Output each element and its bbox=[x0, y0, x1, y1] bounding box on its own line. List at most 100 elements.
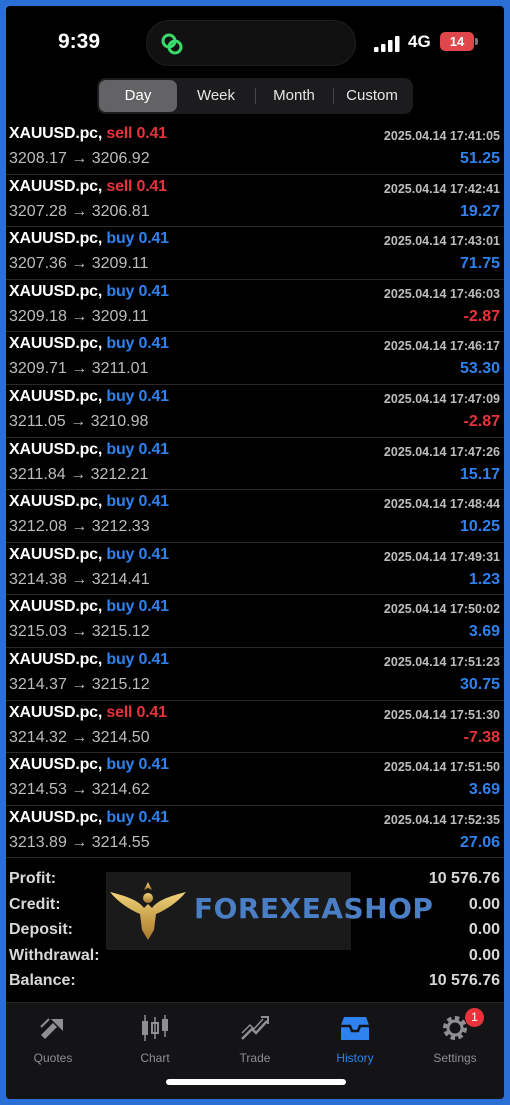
deal-row[interactable]: XAUUSD.pc, buy 0.41 3213.89 → 3214.55 2025… bbox=[6, 806, 504, 859]
arrow-icon: → bbox=[70, 412, 87, 430]
arrow-icon: → bbox=[71, 518, 88, 536]
deal-row[interactable]: XAUUSD.pc, buy 0.41 3215.03 → 3215.12 2025… bbox=[6, 595, 504, 648]
deal-side: sell 0.41 bbox=[106, 703, 168, 721]
tab-label: History bbox=[336, 1051, 374, 1065]
open-price: 3209.71 bbox=[9, 360, 67, 378]
period-custom[interactable]: Custom bbox=[333, 80, 411, 112]
arrow-icon: → bbox=[71, 202, 88, 220]
summary-value: 0.00 bbox=[468, 895, 500, 913]
tab-chart[interactable]: Chart bbox=[120, 1013, 190, 1065]
deal-symbol: XAUUSD.pc, buy 0.41 bbox=[9, 809, 169, 827]
deal-row[interactable]: XAUUSD.pc, buy 0.41 3207.36 → 3209.11 2025… bbox=[6, 227, 504, 280]
summary-label: Profit: bbox=[9, 870, 57, 887]
deal-symbol: XAUUSD.pc, buy 0.41 bbox=[9, 335, 169, 353]
side-volume: 0.41 bbox=[138, 230, 170, 248]
tab-quotes[interactable]: Quotes bbox=[18, 1013, 88, 1065]
arrow-icon: → bbox=[71, 307, 88, 325]
symbol-name: XAUUSD.pc, bbox=[9, 125, 103, 142]
side-volume: 0.41 bbox=[138, 493, 170, 511]
tab-history[interactable]: History bbox=[320, 1013, 390, 1065]
close-price: 3214.55 bbox=[91, 833, 150, 851]
chart-icon bbox=[142, 1015, 168, 1041]
tab-settings[interactable]: 1 Settings bbox=[420, 1008, 490, 1065]
deal-side: buy 0.41 bbox=[106, 282, 169, 300]
deal-symbol: XAUUSD.pc, buy 0.41 bbox=[9, 441, 169, 459]
symbol-name: XAUUSD.pc, bbox=[9, 650, 103, 668]
arrow-icon: → bbox=[71, 833, 88, 851]
symbol-name: XAUUSD.pc, bbox=[9, 177, 103, 195]
side-type: buy bbox=[106, 808, 135, 826]
deal-row[interactable]: XAUUSD.pc, buy 0.41 3211.84 → 3212.21 2025… bbox=[6, 438, 504, 491]
arrow-icon: → bbox=[71, 255, 88, 273]
symbol-name: XAUUSD.pc, bbox=[9, 808, 103, 826]
deal-time: 2025.04.14 17:42:41 bbox=[383, 181, 500, 196]
period-month[interactable]: Month bbox=[255, 80, 333, 112]
open-price: 3212.08 bbox=[9, 518, 67, 536]
close-price: 3209.11 bbox=[91, 307, 149, 325]
period-week[interactable]: Week bbox=[177, 80, 255, 112]
side-volume: 0.41 bbox=[136, 703, 168, 721]
deal-row[interactable]: XAUUSD.pc, buy 0.41 3214.53 → 3214.62 2025… bbox=[6, 753, 504, 806]
side-volume: 0.41 bbox=[138, 598, 170, 616]
summary-value: 10 576.76 bbox=[428, 870, 500, 887]
period-day[interactable]: Day bbox=[99, 80, 177, 112]
summary-row: Balance: 10 576.76 bbox=[6, 970, 504, 996]
open-price: 3214.38 bbox=[9, 570, 67, 588]
home-indicator[interactable] bbox=[166, 1079, 346, 1085]
deal-prices: 3214.32 → 3214.50 bbox=[9, 729, 150, 747]
deal-row[interactable]: XAUUSD.pc, sell 0.41 3208.17 → 3206.92 202… bbox=[6, 122, 504, 175]
quotes-icon bbox=[40, 1018, 63, 1039]
deal-time: 2025.04.14 17:51:23 bbox=[383, 654, 500, 669]
deal-row[interactable]: XAUUSD.pc, buy 0.41 3214.38 → 3214.41 2025… bbox=[6, 543, 504, 596]
dynamic-island bbox=[146, 20, 356, 66]
deal-prices: 3207.36 → 3209.11 bbox=[9, 255, 148, 273]
deal-row[interactable]: XAUUSD.pc, sell 0.41 3207.28 → 3206.81 202… bbox=[6, 175, 504, 228]
deal-prices: 3209.71 → 3211.01 bbox=[9, 360, 148, 378]
deal-symbol: XAUUSD.pc, sell 0.41 bbox=[9, 178, 167, 196]
settings-badge: 1 bbox=[465, 1008, 484, 1027]
deal-side: buy 0.41 bbox=[106, 493, 170, 511]
deal-side: buy 0.41 bbox=[106, 598, 170, 616]
deal-time: 2025.04.14 17:46:03 bbox=[383, 286, 500, 301]
summary-value: 0.00 bbox=[468, 921, 500, 938]
side-type: buy bbox=[106, 282, 135, 300]
deal-profit: 30.75 bbox=[459, 675, 500, 693]
tab-label: Settings bbox=[433, 1051, 477, 1065]
side-volume: 0.41 bbox=[138, 387, 170, 405]
symbol-name: XAUUSD.pc, bbox=[9, 756, 103, 774]
tab-trade[interactable]: Trade bbox=[220, 1013, 290, 1065]
deal-symbol: XAUUSD.pc, buy 0.41 bbox=[9, 756, 169, 774]
deal-prices: 3208.17 → 3206.92 bbox=[9, 150, 150, 168]
deal-prices: 3214.37 → 3215.12 bbox=[9, 676, 150, 694]
deal-profit: 51.25 bbox=[459, 150, 500, 167]
deal-row[interactable]: XAUUSD.pc, buy 0.41 3212.08 → 3212.33 2025… bbox=[6, 490, 504, 543]
deal-row[interactable]: XAUUSD.pc, buy 0.41 3209.71 → 3211.01 2025… bbox=[6, 332, 504, 385]
deal-time: 2025.04.14 17:49:31 bbox=[383, 549, 500, 564]
arrow-icon: → bbox=[71, 781, 88, 799]
deal-symbol: XAUUSD.pc, sell 0.41 bbox=[9, 125, 167, 143]
deal-profit: 15.17 bbox=[459, 465, 500, 483]
symbol-name: XAUUSD.pc, bbox=[9, 335, 103, 353]
symbol-name: XAUUSD.pc, bbox=[9, 493, 103, 511]
side-type: buy bbox=[106, 756, 135, 774]
deal-time: 2025.04.14 17:51:50 bbox=[383, 760, 500, 775]
close-price: 3211.01 bbox=[91, 360, 149, 378]
summary-value: 10 576.76 bbox=[428, 972, 500, 989]
arrow-icon: → bbox=[71, 150, 88, 167]
deals-list: XAUUSD.pc, sell 0.41 3208.17 → 3206.92 202… bbox=[6, 122, 504, 859]
summary-label: Credit: bbox=[9, 895, 61, 913]
deal-profit: 3.69 bbox=[468, 623, 500, 641]
deal-time: 2025.04.14 17:47:26 bbox=[383, 444, 500, 459]
deal-row[interactable]: XAUUSD.pc, buy 0.41 3214.37 → 3215.12 2025… bbox=[6, 648, 504, 701]
deal-prices: 3212.08 → 3212.33 bbox=[9, 518, 150, 536]
close-price: 3215.12 bbox=[91, 675, 150, 693]
eagle-logo-icon bbox=[110, 882, 186, 940]
deal-row[interactable]: XAUUSD.pc, buy 0.41 3211.05 → 3210.98 2025… bbox=[6, 385, 504, 438]
deal-time: 2025.04.14 17:47:09 bbox=[383, 391, 500, 406]
arrow-icon: → bbox=[71, 728, 88, 746]
deal-prices: 3214.53 → 3214.62 bbox=[9, 781, 150, 799]
open-price: 3208.17 bbox=[9, 150, 67, 167]
deal-row[interactable]: XAUUSD.pc, buy 0.41 3209.18 → 3209.11 2025… bbox=[6, 280, 504, 333]
summary-label: Withdrawal: bbox=[9, 946, 100, 964]
deal-row[interactable]: XAUUSD.pc, sell 0.41 3214.32 → 3214.50 202… bbox=[6, 701, 504, 754]
